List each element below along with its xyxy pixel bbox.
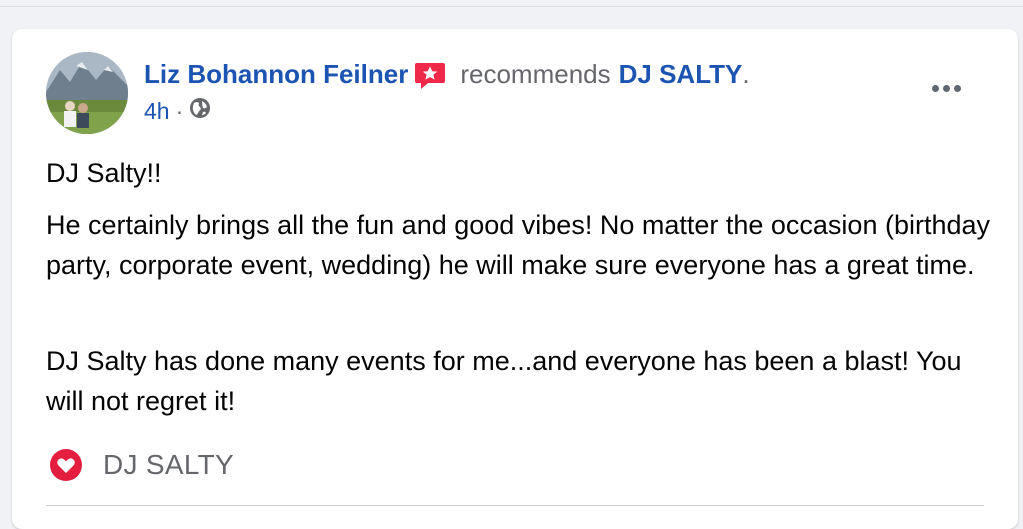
timestamp-link[interactable]: 4h <box>144 98 170 125</box>
top-divider <box>0 6 1023 7</box>
post-header: Liz Bohannon Feilner recommends DJ SALTY… <box>144 57 750 91</box>
meta-separator: · <box>175 97 184 124</box>
post-paragraph-2: He certainly brings all the fun and good… <box>46 210 991 280</box>
recommends-text: recommends <box>460 58 611 89</box>
post-paragraph-3: DJ Salty has done many events for me...a… <box>46 346 962 416</box>
page-name-link[interactable]: DJ SALTY <box>619 59 743 90</box>
footer-divider <box>46 505 984 506</box>
more-options-icon[interactable] <box>924 73 968 103</box>
header-period: . <box>742 58 750 89</box>
page-tag-label: DJ SALTY <box>103 449 235 480</box>
author-name-link[interactable]: Liz Bohannon Feilner <box>144 59 408 90</box>
post-meta: 4h · <box>144 96 211 126</box>
post-card: Liz Bohannon Feilner recommends DJ SALTY… <box>12 29 1018 529</box>
avatar[interactable] <box>46 52 128 134</box>
post-paragraph-1: DJ Salty!! <box>46 158 162 188</box>
page-tag-link[interactable]: DJ SALTY <box>49 445 234 485</box>
heart-icon <box>49 448 83 482</box>
globe-icon[interactable] <box>189 97 211 125</box>
recommendation-badge-icon <box>414 61 446 91</box>
